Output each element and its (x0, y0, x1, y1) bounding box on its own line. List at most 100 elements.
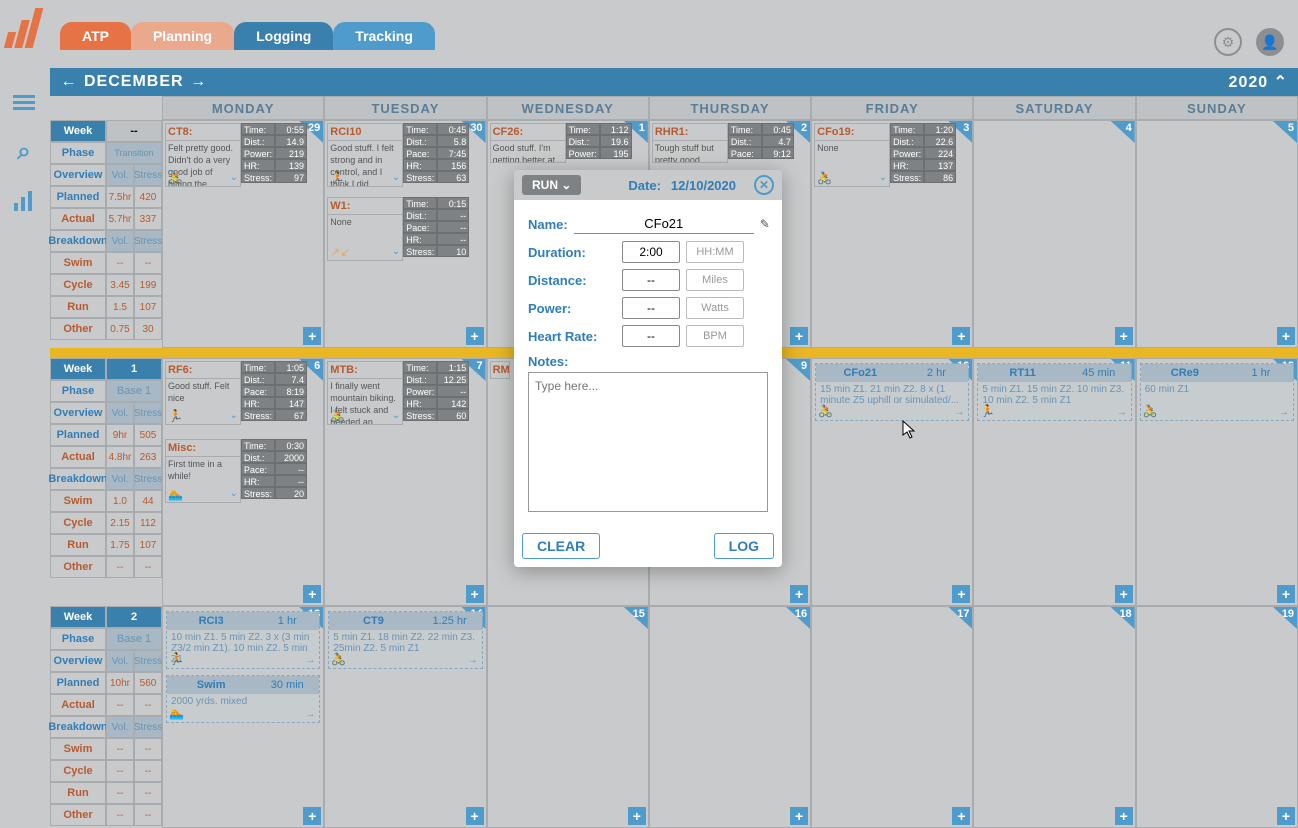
top-bar: ATP Planning Logging Tracking ⚙ 👤 (0, 0, 1298, 66)
event-stats: Time:0:55 Dist.:14.9 Power:219 HR:139 St… (241, 123, 307, 187)
add-event-button[interactable]: + (1115, 585, 1133, 603)
add-event-button[interactable]: + (466, 327, 484, 345)
tab-planning[interactable]: Planning (131, 22, 234, 50)
event-block[interactable]: W1: None ↗↙ ⌄ Time:0:15 Dist.:-- Pace:--… (327, 197, 469, 261)
expand-icon[interactable]: ⌄ (392, 246, 400, 258)
add-event-button[interactable]: + (1277, 807, 1295, 825)
expand-icon[interactable]: ⌄ (230, 172, 238, 184)
add-event-button[interactable]: + (1115, 807, 1133, 825)
expand-icon[interactable]: ⌄ (879, 172, 887, 184)
stats-icon[interactable] (6, 184, 42, 220)
arrow-icon[interactable]: → (305, 655, 315, 666)
side-value: 560 (134, 672, 162, 694)
add-event-button[interactable]: + (952, 327, 970, 345)
event-block[interactable]: CT8: Felt pretty good. Didn't do a very … (165, 123, 307, 187)
side-value: Stress (134, 402, 162, 424)
menu-icon[interactable] (6, 84, 42, 120)
clear-button[interactable]: CLEAR (522, 533, 600, 559)
event-block[interactable]: RMI (490, 361, 510, 379)
add-event-button[interactable]: + (790, 585, 808, 603)
add-event-button[interactable]: + (303, 327, 321, 345)
distance-input[interactable] (622, 269, 680, 291)
expand-icon[interactable]: ⌄ (230, 410, 238, 422)
side-label: Week (50, 120, 106, 142)
event-block[interactable]: RCI10 Good stuff. I felt strong and in c… (327, 123, 469, 187)
day-cell[interactable]: 14 CT91.25 hr 5 min Z1. 18 min Z2. 22 mi… (324, 606, 486, 828)
day-cell[interactable]: 16+ (649, 606, 811, 828)
tab-logging[interactable]: Logging (234, 22, 333, 50)
add-event-button[interactable]: + (303, 585, 321, 603)
event-block[interactable]: RHR1: Tough stuff but pretty good Time:0… (652, 123, 794, 163)
tab-tracking[interactable]: Tracking (333, 22, 435, 50)
duration-input[interactable] (622, 241, 680, 263)
log-button[interactable]: LOG (714, 533, 774, 559)
add-event-button[interactable]: + (1115, 327, 1133, 345)
planned-event[interactable]: RT1145 min 5 min Z1. 15 min Z2. 10 min Z… (977, 363, 1131, 421)
day-cell[interactable]: 6 RF6: Good stuff. Felt nice🏃⌄ Time:1:05… (162, 358, 324, 606)
add-event-button[interactable]: + (790, 807, 808, 825)
day-cell[interactable]: 11 RT1145 min 5 min Z1. 15 min Z2. 10 mi… (973, 358, 1135, 606)
event-block[interactable]: MTB: I finally went mountain biking. I f… (327, 361, 469, 425)
side-value: 112 (134, 512, 162, 534)
planned-event[interactable]: Swim30 min 2000 yrds. mixed🏊→ (166, 675, 320, 723)
day-cell[interactable]: 7 MTB: I finally went mountain biking. I… (324, 358, 486, 606)
event-block[interactable]: Misc: First time in a while!🏊⌄ Time:0:30… (165, 439, 307, 503)
arrow-icon[interactable]: → (468, 655, 478, 666)
day-cell[interactable]: 18+ (973, 606, 1135, 828)
notes-textarea[interactable] (528, 372, 768, 512)
arrow-icon[interactable]: → (1279, 407, 1289, 418)
day-cell[interactable]: 17+ (811, 606, 973, 828)
tab-atp[interactable]: ATP (60, 22, 131, 50)
day-cell[interactable]: 30 RCI10 Good stuff. I felt strong and i… (324, 120, 486, 348)
day-cell[interactable]: 3 CFo19: None 🚴 ⌄ Time:1:20 Dist.:22.6 (811, 120, 973, 348)
search-icon[interactable]: ⌕ (6, 134, 42, 170)
planned-event[interactable]: CT91.25 hr 5 min Z1. 18 min Z2. 22 min Z… (328, 611, 482, 669)
name-input[interactable] (574, 214, 754, 234)
day-cell[interactable]: 13 RCI31 hr 10 min Z1. 5 min Z2. 3 x (3 … (162, 606, 324, 828)
edit-icon[interactable]: ✎ (760, 217, 770, 231)
expand-icon[interactable]: ⌄ (392, 410, 400, 422)
settings-icon[interactable]: ⚙ (1214, 28, 1242, 56)
planned-text: 2000 yrds. mixed🏊→ (167, 694, 319, 722)
prev-month-button[interactable]: ← (60, 73, 78, 91)
arrow-icon[interactable]: → (305, 709, 315, 720)
event-block[interactable]: CFo19: None 🚴 ⌄ Time:1:20 Dist.:22.6 Pow… (814, 123, 956, 187)
add-event-button[interactable]: + (303, 807, 321, 825)
side-value: Stress (134, 716, 162, 738)
event-block[interactable]: RF6: Good stuff. Felt nice🏃⌄ Time:1:05 D… (165, 361, 307, 425)
activity-type-dropdown[interactable]: RUN ⌄ (522, 175, 581, 195)
add-event-button[interactable]: + (628, 807, 646, 825)
day-cell[interactable]: 15+ (487, 606, 649, 828)
power-label: Power: (528, 301, 616, 316)
expand-icon[interactable]: ⌄ (230, 488, 238, 500)
day-cell[interactable]: 10 CFo212 hr 15 min Z1. 21 min Z2. 8 x (… (811, 358, 973, 606)
side-label: Actual (50, 208, 106, 230)
expand-icon[interactable]: ⌄ (392, 172, 400, 184)
close-icon[interactable]: ✕ (754, 175, 774, 195)
add-event-button[interactable]: + (790, 327, 808, 345)
planned-event[interactable]: RCI31 hr 10 min Z1. 5 min Z2. 3 x (3 min… (166, 611, 320, 669)
day-cell[interactable]: 12 CRe91 hr 60 min Z1🚴→ + (1136, 358, 1298, 606)
day-cell[interactable]: 29 CT8: Felt pretty good. Didn't do a ve… (162, 120, 324, 348)
planned-duration: 2 hr (904, 364, 968, 382)
side-value: 107 (134, 534, 162, 556)
planned-event[interactable]: CRe91 hr 60 min Z1🚴→ (1140, 363, 1294, 421)
add-event-button[interactable]: + (1277, 327, 1295, 345)
year-selector[interactable]: 2020 ⌃ (1229, 72, 1288, 92)
hr-input[interactable] (622, 325, 680, 347)
arrow-icon[interactable]: → (1117, 407, 1127, 418)
next-month-button[interactable]: → (190, 73, 208, 91)
day-cell[interactable]: 5 + (1136, 120, 1298, 348)
user-icon[interactable]: 👤 (1256, 28, 1284, 56)
day-cell[interactable]: 19+ (1136, 606, 1298, 828)
arrow-icon[interactable]: → (954, 407, 964, 418)
power-input[interactable] (622, 297, 680, 319)
add-event-button[interactable]: + (466, 807, 484, 825)
planned-event[interactable]: CFo212 hr 15 min Z1. 21 min Z2. 8 x (1 m… (815, 363, 969, 421)
day-cell[interactable]: 4 + (973, 120, 1135, 348)
event-block[interactable]: CF26: Good stuff. I'm getting better at … (490, 123, 632, 163)
add-event-button[interactable]: + (466, 585, 484, 603)
add-event-button[interactable]: + (952, 807, 970, 825)
add-event-button[interactable]: + (1277, 585, 1295, 603)
add-event-button[interactable]: + (952, 585, 970, 603)
